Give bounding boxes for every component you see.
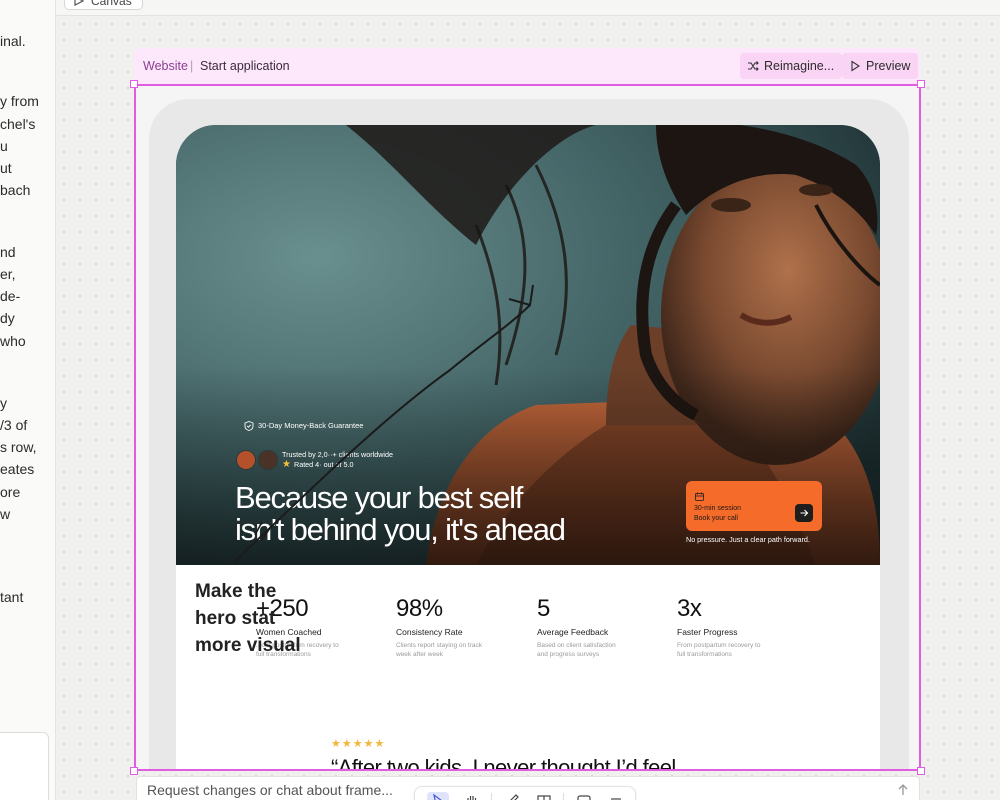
- stat-description: Based on client satisfaction and progress…: [537, 642, 616, 658]
- chat-text-line: /3 of: [0, 417, 28, 433]
- chat-text-line: ore: [0, 484, 21, 500]
- chat-text-line: chel's: [0, 116, 36, 132]
- chat-panel: inal. y from chel's u ut bach nd er, de-…: [0, 0, 56, 800]
- preview-label: Preview: [866, 59, 911, 73]
- arrow-right-icon: [800, 509, 809, 517]
- resize-handle[interactable]: [917, 767, 925, 775]
- calendar-icon: [695, 492, 704, 501]
- select-tool[interactable]: [427, 792, 449, 800]
- chat-text-line: y from: [0, 93, 39, 109]
- chat-text-line: bach: [0, 182, 31, 198]
- reimagine-label: Reimagine...: [764, 59, 835, 73]
- stat-description: From postpartum recovery to full transfor…: [677, 642, 761, 658]
- client-avatars: [236, 450, 280, 470]
- resize-handle[interactable]: [130, 80, 138, 88]
- website-frame[interactable]: 30-Day Money-Back Guarantee Trusted by 2…: [136, 86, 919, 769]
- more-icon: [611, 798, 621, 800]
- chat-text-line: nd: [0, 244, 16, 260]
- design-canvas[interactable]: Canvas Website | Start application Reima…: [56, 0, 1000, 800]
- cta-book-label: Book your call: [694, 515, 738, 522]
- cta-arrow-button[interactable]: [795, 504, 813, 522]
- chat-text-line: er,: [0, 266, 16, 282]
- breadcrumb-page[interactable]: Start application: [200, 58, 290, 74]
- cta-note: No pressure. Just a clear path forward.: [686, 535, 810, 544]
- book-call-cta[interactable]: 30-min session Book your call: [686, 481, 822, 531]
- chat-text-line: y: [0, 395, 7, 411]
- pen-icon: [510, 794, 519, 800]
- breadcrumb-separator: |: [190, 59, 194, 73]
- star-icon: ★: [282, 459, 291, 470]
- stat-value: 5: [537, 595, 550, 622]
- chat-text-line: de-: [0, 288, 21, 304]
- comment-tool[interactable]: [573, 792, 595, 800]
- stat-progress: 3x Faster Progress From postpartum recov…: [677, 595, 797, 659]
- cursor-icon: [433, 793, 442, 800]
- stat-label: Faster Progress: [677, 627, 738, 637]
- trust-text: Trusted by 2,0··+ clients worldwide: [282, 450, 393, 459]
- chat-text-line: who: [0, 333, 26, 349]
- avatar: [258, 450, 278, 470]
- cta-session-label: 30-min session: [694, 505, 742, 512]
- annotation-note: Make the hero stat more visual: [195, 581, 301, 656]
- headline-line: isn't behind you, it's ahead: [235, 512, 566, 547]
- stat-label: Average Feedback: [537, 627, 609, 637]
- stat-feedback: 5 Average Feedback Based on client satis…: [537, 595, 657, 659]
- breadcrumb-site[interactable]: Website: [143, 58, 188, 74]
- resize-handle[interactable]: [917, 80, 925, 88]
- panel-top-icons: [0, 0, 56, 8]
- preview-icon: [851, 60, 861, 72]
- canvas-tab[interactable]: Canvas: [64, 0, 143, 10]
- draw-tool[interactable]: [501, 792, 523, 800]
- chat-text-line: u: [0, 138, 8, 154]
- stat-label: Consistency Rate: [396, 627, 463, 637]
- canvas-icon: [74, 0, 85, 6]
- avatar: [236, 450, 256, 470]
- stat-value: 98%: [396, 595, 443, 622]
- hand-tool[interactable]: [461, 792, 483, 800]
- stat-consistency: 98% Consistency Rate Clients report stay…: [396, 595, 516, 659]
- more-tool[interactable]: [605, 792, 627, 800]
- hero-section: 30-Day Money-Back Guarantee Trusted by 2…: [176, 125, 880, 565]
- chat-text-line: eates: [0, 461, 35, 477]
- chat-text-line: inal.: [0, 33, 26, 49]
- frame-icon: [537, 795, 551, 800]
- rating-label: Rated 4· out of 5.0: [294, 460, 354, 469]
- reimagine-icon: [748, 61, 759, 71]
- toolbar-divider: [491, 793, 492, 800]
- headline-line: Because your best self: [235, 480, 523, 515]
- rating-text: ★ Rated 4· out of 5.0: [282, 460, 354, 470]
- chat-text-line: dy: [0, 310, 15, 326]
- resize-handle[interactable]: [130, 767, 138, 775]
- send-icon[interactable]: [895, 782, 911, 798]
- chat-text-line: s row,: [0, 439, 37, 455]
- guarantee-text: 30-Day Money-Back Guarantee: [258, 421, 364, 430]
- testimonial-quote: “After two kids, I never thought I’d fee…: [331, 755, 676, 769]
- canvas-toolbar: [414, 786, 636, 800]
- stat-description: Clients report staying on track week afte…: [396, 642, 482, 658]
- hand-icon: [467, 796, 477, 800]
- frame-header: Website | Start application Reimagine...…: [134, 48, 920, 84]
- toolbar-divider: [563, 793, 564, 800]
- canvas-tab-label: Canvas: [91, 0, 132, 8]
- panel-action-icons[interactable]: [0, 0, 56, 8]
- chat-text-line: w: [0, 506, 11, 522]
- hero-headline: Because your best self isn't behind you,…: [235, 482, 655, 546]
- chat-text-line: tant: [0, 589, 24, 605]
- reimagine-button[interactable]: Reimagine...: [740, 53, 843, 79]
- stat-value: 3x: [677, 595, 702, 622]
- chat-input-box[interactable]: [0, 732, 49, 800]
- preview-button[interactable]: Preview: [842, 53, 919, 79]
- shield-icon: [244, 421, 254, 431]
- comment-icon: [577, 795, 591, 800]
- chat-text-line: ut: [0, 160, 12, 176]
- guarantee-badge: 30-Day Money-Back Guarantee: [244, 421, 363, 431]
- frame-tool[interactable]: [533, 792, 555, 800]
- canvas-topbar: Canvas: [56, 0, 1000, 16]
- rating-stars: ★★★★★: [331, 738, 386, 750]
